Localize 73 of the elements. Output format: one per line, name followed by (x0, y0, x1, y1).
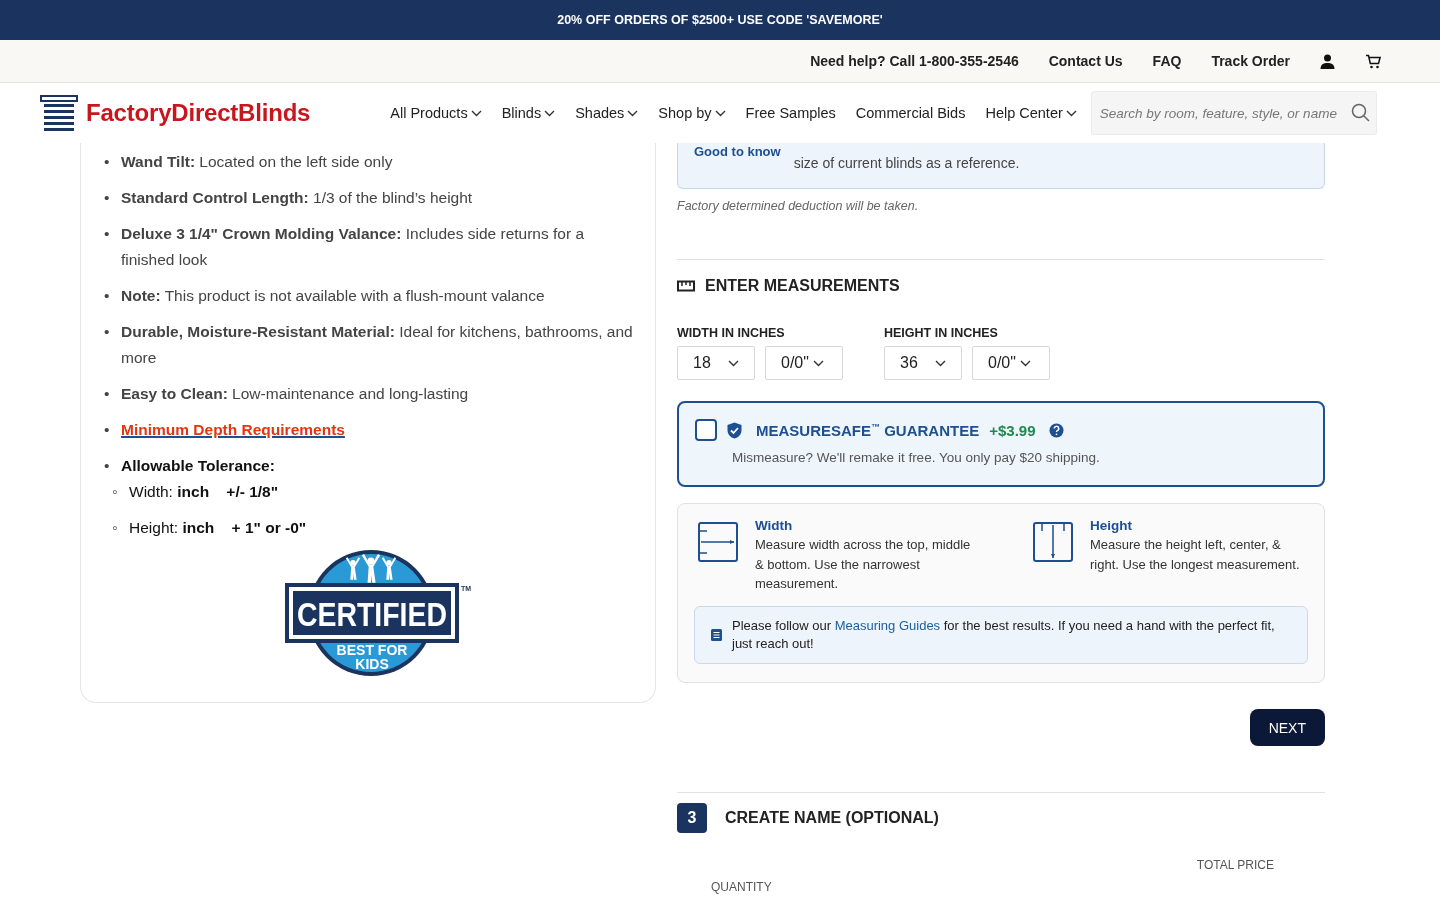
tolerance-text: Width: inch +/- 1/8" (129, 482, 279, 502)
list-bullet: ◦ (112, 482, 119, 502)
section-title: ENTER MEASUREMENTS (705, 277, 900, 295)
inch-select[interactable]: 18 (677, 346, 755, 380)
feature-text: Wand Tilt: Located on the left side only (121, 152, 393, 172)
list-bullet: • (104, 420, 111, 440)
search-field[interactable]: Search by room, feature, style, or name (1090, 91, 1377, 135)
nav-menu-item[interactable]: Blinds (501, 105, 556, 121)
chevron-down-icon (935, 359, 946, 367)
field-label: WIDTH IN INCHES (677, 326, 786, 340)
measuring-guides-link[interactable]: Measuring Guides (834, 617, 941, 633)
utility-link[interactable]: Track Order (1211, 53, 1290, 69)
tip-text: Measure width across the top, middle & bottom. Use the narrowest measurement. (755, 536, 972, 593)
list-bullet: • (104, 152, 111, 172)
chevron-down-icon (728, 359, 739, 367)
promo-text: 20% OFF ORDERS OF $2500+ USE CODE 'SAVEMORE' (557, 13, 883, 27)
feature-text: Easy to Clean: Low-maintenance and long-lasting (121, 384, 469, 404)
cart-icon[interactable] (1365, 53, 1382, 69)
width-measure-icon (698, 522, 738, 562)
feature-text: Deluxe 3 1/4" Crown Molding Valance: Includes side returns for a finished look (121, 224, 586, 270)
total-price-label: TOTAL PRICE (1196, 858, 1274, 872)
feature-text: Standard Control Length: 1/3 of the blind’s height (121, 188, 473, 208)
deduction-note: Factory determined deduction will be taken. (677, 199, 920, 213)
guarantee-checkbox[interactable] (695, 419, 717, 441)
list-bullet: • (104, 384, 111, 404)
inch-select[interactable]: 36 (884, 346, 962, 380)
list-bullet: • (104, 286, 111, 306)
height-measure-icon (1033, 522, 1073, 562)
requirements-link[interactable]: Minimum Depth Requirements (121, 417, 345, 443)
fraction-select[interactable]: 0/0" (765, 346, 843, 380)
ruler-icon (677, 280, 695, 292)
shield-check-icon (727, 421, 742, 439)
info-text: size of current blinds as a reference. (793, 155, 1020, 171)
tip-title: Width (755, 518, 794, 533)
tolerance-heading: Allowable Tolerance: (121, 456, 275, 476)
nav-menu-item[interactable]: All Products (390, 105, 482, 121)
chevron-down-icon (812, 359, 824, 367)
list-bullet: • (104, 322, 111, 342)
nav-menu-item[interactable]: Free Samples (745, 105, 836, 121)
field-label: HEIGHT IN INCHES (884, 326, 999, 340)
guarantee-title: MEASURESAFE$^{™}$ GUARANTEE (756, 421, 980, 439)
help-phone-text: Need help? Call 1-800-355-2546 (810, 53, 1019, 69)
chevron-down-icon (1019, 359, 1031, 367)
step-number: 3 (677, 803, 707, 833)
tolerance-text: Height: inch + 1" or -0" (129, 518, 307, 538)
logo-icon (40, 94, 78, 132)
nav-menu-item[interactable]: Help Center (985, 105, 1077, 121)
nav-menu-item[interactable]: Commercial Bids (855, 105, 966, 121)
guarantee-price: +$3.99 (989, 421, 1036, 439)
tip-title: Height (1090, 518, 1133, 533)
utility-link[interactable]: Contact Us (1048, 53, 1123, 69)
user-icon[interactable] (1320, 53, 1335, 69)
feature-text: Durable, Moisture-Resistant Material: Ideal for kitchens, bathrooms, and more (121, 322, 634, 368)
list-bullet: • (104, 188, 111, 208)
step-title: CREATE NAME (OPTIONAL) (725, 809, 939, 827)
utility-link[interactable]: FAQ (1152, 53, 1182, 69)
tip-text: Measure the height left, center, & right. Use the longest measurement. (1090, 536, 1301, 574)
help-icon[interactable] (1049, 422, 1065, 438)
search-icon[interactable] (1350, 103, 1370, 122)
guide-text: Please follow our Measuring Guides for the best results. If you need a hand with the perfect fit, just reach out! (732, 616, 1276, 653)
next-button[interactable]: NEXT (1249, 709, 1325, 746)
feature-text: Note: This product is not available with a flush-mount valance (121, 286, 545, 306)
document-icon (711, 628, 722, 641)
nav-menu-item[interactable]: Shades (575, 105, 639, 121)
info-title: Good to know (694, 144, 781, 160)
logo-text[interactable]: FactoryDirectBlinds (86, 99, 311, 127)
fraction-select[interactable]: 0/0" (972, 346, 1050, 380)
nav-menu-item[interactable]: Shop by (658, 105, 726, 121)
guarantee-text: Mismeasure? We'll remake it free. You only pay $20 shipping. (732, 450, 1101, 465)
list-bullet: • (104, 224, 111, 244)
quantity-label: QUANTITY (711, 880, 773, 894)
list-bullet: • (104, 456, 111, 476)
list-bullet: ◦ (112, 518, 119, 538)
